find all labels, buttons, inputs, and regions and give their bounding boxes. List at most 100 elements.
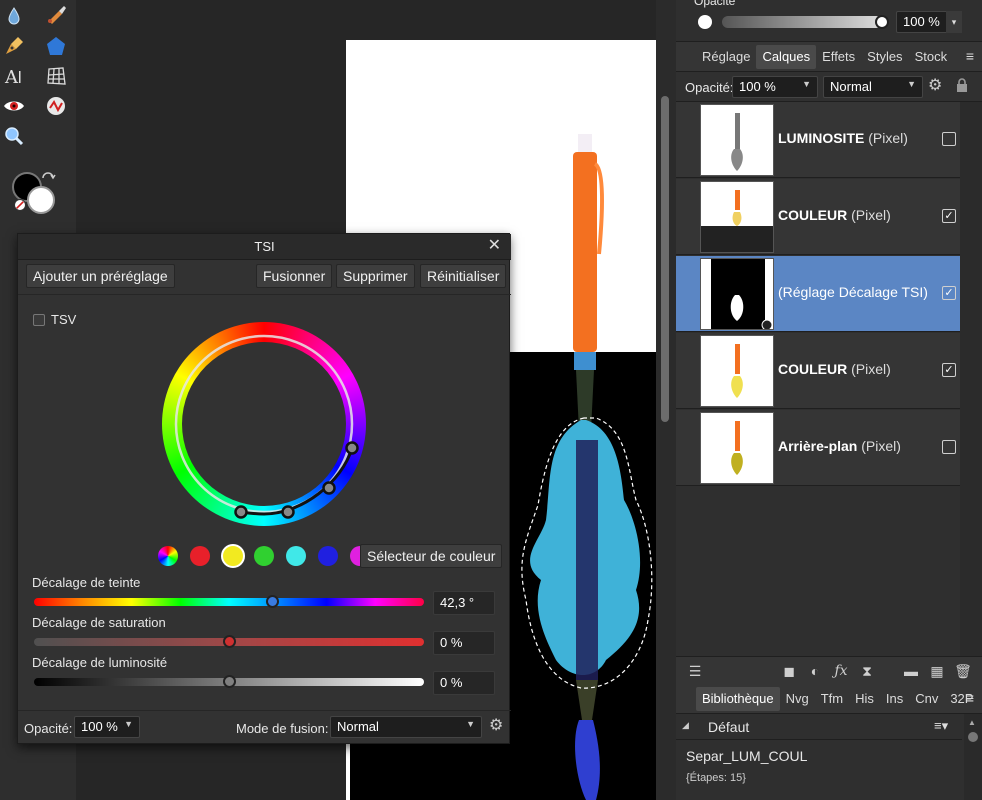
hue-slider-knob[interactable] (265, 595, 279, 608)
tab-styles[interactable]: Styles (861, 45, 908, 69)
add-preset-button[interactable]: Ajouter un préréglage (26, 264, 175, 288)
folder-icon[interactable]: ▬ (902, 662, 920, 680)
saturation-slider[interactable] (34, 635, 424, 648)
layer-name: COULEUR (778, 207, 848, 223)
chevron-down-icon: ▼ (466, 719, 475, 729)
mask-icon[interactable]: ◼ (780, 662, 798, 680)
fx-icon[interactable]: ƒx (832, 662, 850, 680)
pen-shadow (576, 440, 598, 680)
checkbox-icon[interactable] (942, 440, 956, 454)
tab-32p[interactable]: 32P (944, 687, 979, 711)
blue-swatch[interactable] (318, 546, 338, 566)
tsv-checkbox[interactable] (33, 314, 45, 326)
gear-icon[interactable]: ⚙ (928, 77, 946, 95)
saturation-value-field[interactable]: 0 % (433, 631, 495, 655)
menu-icon[interactable]: ≡▾ (934, 718, 948, 734)
layer-name: LUMINOSITE (778, 130, 865, 146)
close-icon[interactable]: ✕ (488, 238, 501, 254)
checkbox-icon[interactable]: ✓ (942, 363, 956, 377)
trash-icon[interactable]: 🗑 (954, 662, 972, 680)
pen-icon[interactable] (2, 34, 26, 58)
mesh-icon[interactable] (44, 64, 68, 88)
reset-button[interactable]: Réinitialiser (420, 264, 507, 288)
hourglass-icon[interactable]: ⧗ (858, 662, 876, 680)
tab-calques[interactable]: Calques (756, 44, 817, 69)
layer-row[interactable]: LUMINOSITE (Pixel) (676, 102, 960, 178)
layer-row[interactable]: COULEUR (Pixel) ✓ (676, 333, 960, 409)
macro-name[interactable]: Separ_LUM_COUL (686, 748, 807, 764)
tab-inspecteur[interactable]: Ins (880, 687, 909, 711)
lock-icon[interactable] (956, 78, 968, 92)
menu-icon[interactable]: ≡ (966, 690, 974, 706)
dropper-icon[interactable] (2, 4, 26, 28)
tab-transformation[interactable]: Tfm (815, 687, 849, 711)
brush-icon[interactable] (44, 2, 68, 26)
redeye-icon[interactable] (2, 94, 26, 118)
luminosity-value-field[interactable]: 0 % (433, 671, 495, 695)
saturation-slider-knob[interactable] (223, 635, 236, 648)
master-swatch[interactable] (158, 546, 178, 566)
dialog-opacity-select[interactable]: 100 % ▼ (74, 716, 140, 738)
checkbox-icon[interactable] (942, 132, 956, 146)
zoom-icon[interactable] (2, 124, 26, 148)
no-color-icon[interactable] (14, 199, 26, 211)
dialog-blend-select[interactable]: Normal ▼ (330, 716, 482, 738)
hue-slider[interactable] (34, 595, 424, 608)
layer-opacity-select[interactable]: 100 % ▼ (732, 76, 818, 98)
layer-row[interactable]: (Réglage Décalage TSI) ✓ (676, 256, 960, 332)
vector-icon[interactable] (44, 94, 68, 118)
layer-type: (Pixel) (851, 361, 891, 377)
luminosity-slider-knob[interactable] (223, 675, 236, 688)
layer-thumbnail (700, 104, 774, 176)
tab-reglage[interactable]: Réglage (696, 45, 756, 69)
tab-navigateur[interactable]: Nvg (780, 687, 815, 711)
layer-tools-bar: ☰ ◼ ◐ ƒx ⧗ ▬ ▦ 🗑 (676, 656, 982, 684)
tab-canaux[interactable]: Cnv (909, 687, 944, 711)
library-category-row[interactable]: ◢ Défaut ≡▾ (676, 714, 962, 740)
polygon-icon[interactable] (44, 34, 68, 58)
adjustment-icon[interactable]: ◐ (806, 662, 824, 680)
red-swatch[interactable] (190, 546, 210, 566)
menu-icon[interactable]: ≡ (966, 48, 974, 64)
layers-scrollbar[interactable] (960, 102, 982, 656)
opacity-slider[interactable] (722, 16, 882, 28)
layer-name-block: (Réglage Décalage TSI) (778, 284, 928, 300)
delete-button[interactable]: Supprimer (336, 264, 415, 288)
color-picker-button[interactable]: Sélecteur de couleur (360, 544, 503, 568)
layer-thumbnail (700, 181, 774, 253)
opacity-slider-knob[interactable] (875, 15, 889, 29)
checkbox-icon[interactable]: ✓ (942, 209, 956, 223)
tab-historique[interactable]: His (849, 687, 880, 711)
tab-effets[interactable]: Effets (816, 45, 861, 69)
checkbox-icon[interactable]: ✓ (942, 286, 956, 300)
pixel-layer-icon[interactable]: ▦ (928, 662, 946, 680)
merge-button[interactable]: Fusionner (256, 264, 333, 288)
layer-name-block: Arrière-plan (Pixel) (778, 438, 901, 454)
yellow-swatch[interactable] (221, 544, 245, 568)
scrollbar-thumb[interactable] (661, 96, 669, 422)
background-color-swatch[interactable] (27, 186, 55, 214)
opacity-label: Opacité (694, 0, 736, 8)
green-swatch[interactable] (254, 546, 274, 566)
hsl-dialog: TSI ✕ Ajouter un préréglage Fusionner Su… (17, 233, 511, 744)
layer-blend-select[interactable]: Normal ▼ (823, 76, 923, 98)
luminosity-slider[interactable] (34, 675, 424, 688)
layer-row[interactable]: Arrière-plan (Pixel) (676, 410, 960, 486)
scroll-up-icon[interactable]: ▲ (968, 718, 976, 727)
library-scrollbar[interactable]: ▲ (964, 714, 982, 800)
tab-bibliotheque[interactable]: Bibliothèque (696, 686, 780, 711)
layer-type: (Pixel) (868, 130, 908, 146)
scrollbar-thumb[interactable] (968, 732, 978, 742)
dialog-blend-label: Mode de fusion: (236, 721, 329, 736)
cyan-swatch[interactable] (286, 546, 306, 566)
chevron-down-icon[interactable]: ▾ (946, 11, 962, 33)
layer-row[interactable]: COULEUR (Pixel) ✓ (676, 179, 960, 255)
layers-stack-icon[interactable]: ☰ (684, 662, 706, 680)
text-icon[interactable]: A (2, 64, 26, 88)
hue-value-field[interactable]: 42,3 ° (433, 591, 495, 615)
tab-stock[interactable]: Stock (909, 45, 954, 69)
tsv-label: TSV (51, 312, 77, 327)
gear-icon[interactable]: ⚙ (489, 717, 507, 735)
triangle-icon[interactable]: ◢ (682, 720, 689, 731)
swap-icon[interactable] (40, 170, 56, 186)
